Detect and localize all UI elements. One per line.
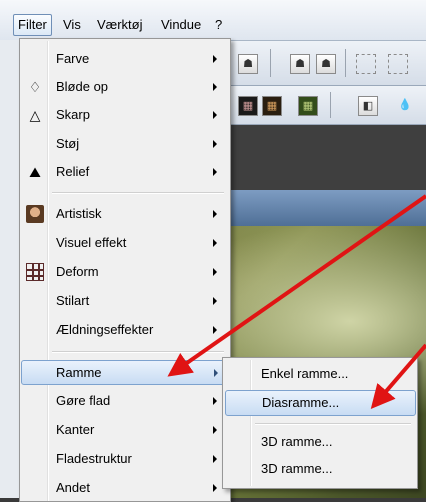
annotation-arrow-to-ramme: [167, 194, 426, 377]
annotation-arrows: [167, 194, 426, 410]
annotation-arrow-to-diasramme: [370, 343, 426, 410]
